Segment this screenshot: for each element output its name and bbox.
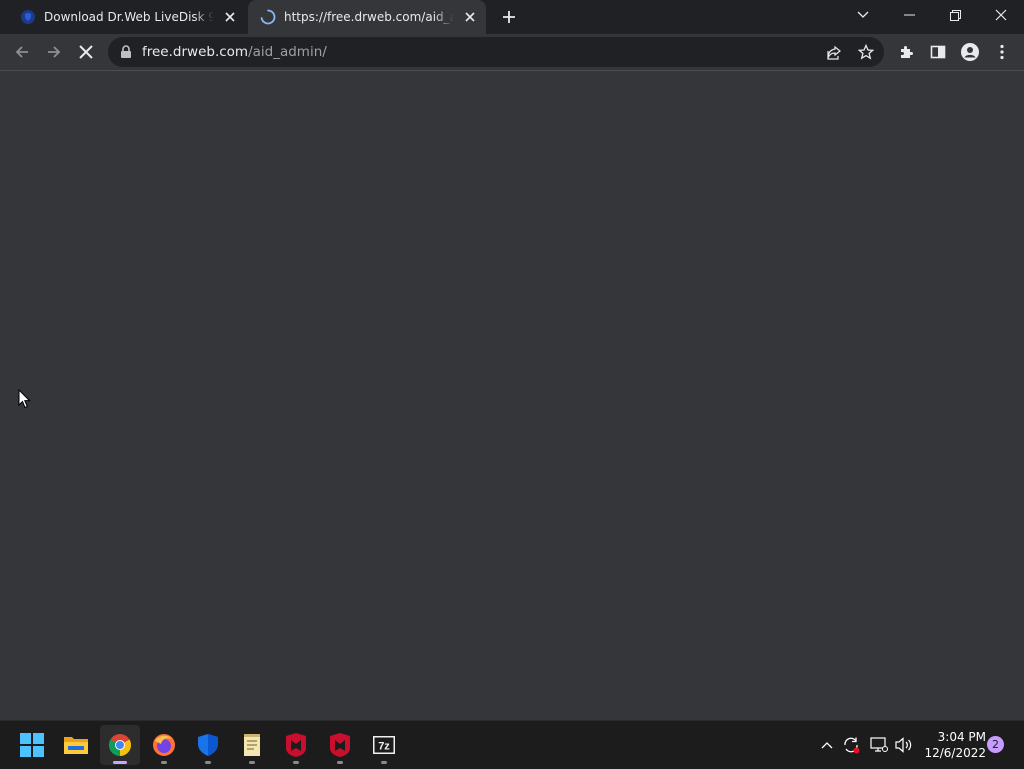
lock-icon <box>121 45 131 58</box>
running-indicator <box>293 761 299 764</box>
volume-icon[interactable] <box>894 735 914 755</box>
address-bar[interactable]: free.drweb.com/aid_admin/ <box>108 37 884 67</box>
tab-drweb-download[interactable]: Download Dr.Web LiveDisk 9.0.1 <box>8 0 246 34</box>
clock-time: 3:04 PM <box>937 730 986 744</box>
share-icon[interactable] <box>826 45 842 61</box>
loading-spinner-icon <box>260 9 276 25</box>
restore-icon[interactable] <box>932 0 978 30</box>
bookmark-star-icon[interactable] <box>858 44 874 60</box>
firefox-icon <box>153 734 175 756</box>
stop-loading-button[interactable] <box>72 38 100 66</box>
side-panel-icon[interactable] <box>924 38 952 66</box>
extensions-icon[interactable] <box>892 38 920 66</box>
drweb-favicon-icon <box>21 10 35 24</box>
show-hidden-icons-chevron-icon[interactable] <box>817 735 837 755</box>
notepad-taskbar-button[interactable] <box>232 725 272 765</box>
close-window-icon[interactable] <box>978 0 1024 30</box>
back-button[interactable] <box>8 38 36 66</box>
menu-kebab-icon[interactable] <box>988 38 1016 66</box>
running-indicator <box>337 761 343 764</box>
7zip-taskbar-button[interactable]: 7z <box>364 725 404 765</box>
windows-security-taskbar-button[interactable] <box>188 725 228 765</box>
folder-icon <box>64 737 88 754</box>
running-indicator <box>249 761 255 764</box>
running-indicator <box>113 761 127 764</box>
shield-icon <box>198 734 218 756</box>
profile-avatar-icon[interactable] <box>956 38 984 66</box>
system-clock[interactable]: 3:04 PM 12/6/2022 <box>920 729 986 761</box>
mcafee-icon <box>330 733 350 757</box>
browser-toolbar: free.drweb.com/aid_admin/ <box>0 34 1024 71</box>
chrome-icon <box>109 734 131 756</box>
sync-status-icon[interactable] <box>841 735 861 755</box>
svg-text:7z: 7z <box>378 741 390 753</box>
chrome-taskbar-button[interactable] <box>100 725 140 765</box>
file-explorer-button[interactable] <box>56 725 96 765</box>
mouse-cursor-icon <box>18 389 31 409</box>
url-host: free.drweb.com <box>142 44 249 60</box>
clock-date: 12/6/2022 <box>924 746 986 760</box>
tab-title: https://free.drweb.com/aid_admin/ <box>284 10 454 24</box>
7zip-icon: 7z <box>373 736 395 754</box>
taskbar: 7z 3:04 PM 12/6/2022 <box>0 720 1024 769</box>
tab-aid-admin[interactable]: https://free.drweb.com/aid_admin/ <box>248 0 486 34</box>
start-button[interactable] <box>12 725 52 765</box>
tab-search-icon[interactable] <box>840 0 886 30</box>
windows-logo-icon <box>20 733 44 757</box>
network-icon[interactable] <box>869 735 889 755</box>
close-tab-icon[interactable] <box>222 9 238 25</box>
tab-title: Download Dr.Web LiveDisk 9.0.1 <box>44 10 214 24</box>
mcafee-taskbar-button-2[interactable] <box>320 725 360 765</box>
forward-button[interactable] <box>40 38 68 66</box>
new-tab-button[interactable] <box>499 7 519 27</box>
url-text[interactable]: free.drweb.com/aid_admin/ <box>142 44 327 60</box>
close-tab-icon[interactable] <box>462 9 478 25</box>
running-indicator <box>205 761 211 764</box>
minimize-icon[interactable] <box>886 0 932 30</box>
mcafee-taskbar-button[interactable] <box>276 725 316 765</box>
firefox-taskbar-button[interactable] <box>144 725 184 765</box>
notification-badge[interactable]: 2 <box>987 736 1004 753</box>
page-content[interactable] <box>0 71 1024 720</box>
running-indicator <box>161 761 167 764</box>
running-indicator <box>381 761 387 764</box>
tab-strip: Download Dr.Web LiveDisk 9.0.1 https://f… <box>0 0 1024 34</box>
notepad-icon <box>244 734 260 756</box>
url-path: /aid_admin/ <box>248 44 327 60</box>
mcafee-icon <box>286 733 306 757</box>
